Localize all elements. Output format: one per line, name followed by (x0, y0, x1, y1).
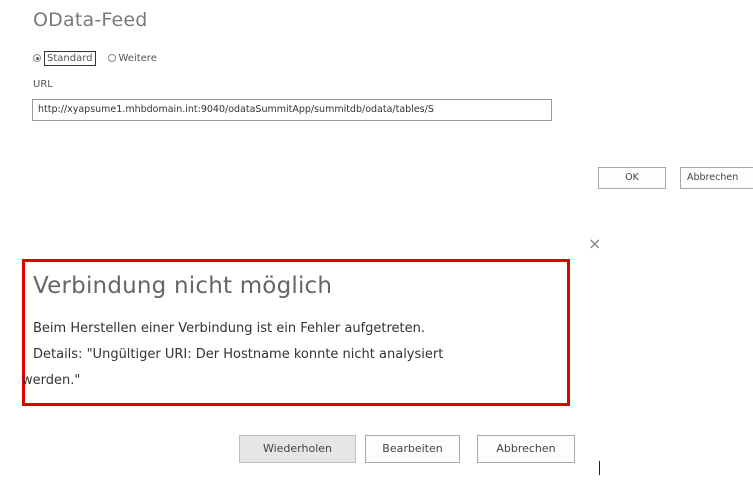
error-message-line-2: Details: "Ungültiger URI: Der Hostname k… (33, 347, 444, 362)
close-icon[interactable]: × (588, 236, 601, 252)
advanced-radio-button[interactable] (107, 54, 116, 62)
standard-radio-button[interactable] (33, 54, 41, 62)
feed-type-radio-group: Standard Weitere (33, 49, 157, 67)
error-message-line-3: werden." (22, 373, 81, 388)
url-input[interactable]: http://xyapsume1.mhbdomain.int:9040/odat… (32, 99, 552, 121)
advanced-radio-label[interactable]: Weitere (119, 53, 157, 64)
text-cursor (599, 461, 600, 475)
url-label: URL (33, 79, 53, 90)
ok-button[interactable]: OK (598, 167, 666, 189)
edit-button[interactable]: Bearbeiten (365, 435, 460, 463)
retry-button[interactable]: Wiederholen (239, 435, 356, 463)
standard-radio-label[interactable]: Standard (44, 50, 96, 66)
dialog-title: OData-Feed (33, 9, 148, 31)
error-cancel-button[interactable]: Abbrechen (477, 435, 575, 463)
odata-cancel-button[interactable]: Abbrechen (680, 167, 753, 189)
error-message-line-1: Beim Herstellen einer Verbindung ist ein… (33, 321, 426, 336)
error-title: Verbindung nicht möglich (33, 273, 333, 299)
